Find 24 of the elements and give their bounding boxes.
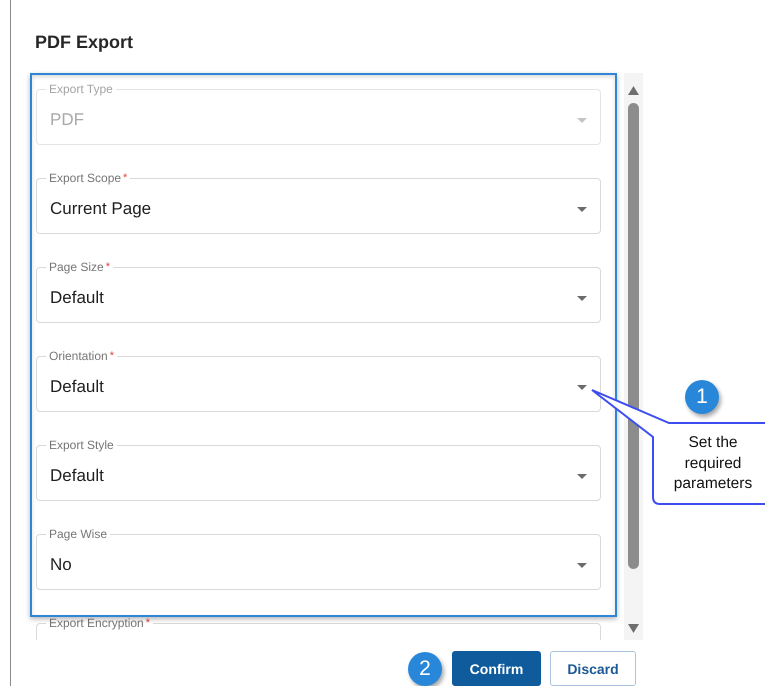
dropdown-field[interactable]: Page Size * Default (36, 260, 601, 323)
caret-icon (577, 296, 587, 300)
dialog-title: PDF Export (35, 31, 134, 54)
dropdown-field[interactable]: Export Style Default (36, 438, 601, 501)
field-label: Export Encryption * (48, 616, 151, 630)
field-label: Export Type (48, 82, 114, 96)
caret-icon (577, 384, 587, 390)
field-label: Export Scope * (48, 171, 128, 185)
field-label: Page Size * (48, 260, 111, 274)
caret-icon (577, 118, 587, 122)
caret-icon (577, 562, 587, 568)
discard-button[interactable]: Discard (550, 651, 636, 686)
dropdown-field[interactable]: Orientation * Default (36, 349, 601, 412)
dropdown-field[interactable]: Page Wise No (36, 527, 601, 590)
field-label: Export Style (48, 438, 115, 452)
step-badge: 2 (408, 652, 442, 686)
field-label: Page Wise (48, 527, 108, 541)
caret-icon (577, 206, 587, 212)
dropdown-field[interactable]: Export Scope * Current Page (36, 171, 601, 234)
callout-text: Set the required parameters (672, 433, 754, 494)
step-badge: 1 (685, 380, 719, 414)
field-label: Orientation * (48, 349, 115, 363)
confirm-button[interactable]: Confirm (452, 651, 541, 686)
caret-icon (577, 474, 587, 478)
